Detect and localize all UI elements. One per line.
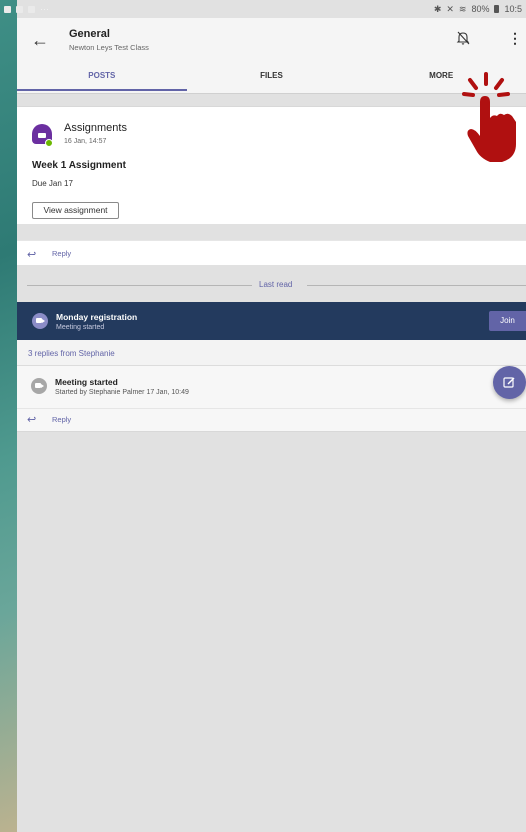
assignment-due-date: Due Jan 17 [32, 179, 73, 188]
last-read-label: Last read [259, 280, 293, 289]
notifications-off-icon[interactable] [455, 30, 471, 46]
meeting-post: Meeting started Started by Stephanie Pal… [17, 366, 526, 432]
mute-icon: ✕ [446, 3, 454, 14]
last-read-divider: Last read [17, 278, 526, 292]
reply-label: Reply [52, 415, 72, 424]
video-camera-icon [32, 313, 48, 329]
post-sender: Assignments [64, 122, 127, 134]
meeting-title: Monday registration [56, 312, 138, 322]
clock: 10:5 [504, 4, 522, 14]
team-name: Newton Leys Test Class [69, 43, 149, 52]
reply-label: Reply [52, 249, 72, 258]
assignment-post: Assignments 16 Jan, 14:57 Week 1 Assignm… [17, 106, 526, 224]
battery-percent: 80% [471, 4, 490, 14]
notification-icon [4, 5, 11, 13]
tap-hand-icon [462, 72, 516, 162]
divider-line-left [27, 285, 252, 286]
bluetooth-icon: ✱ [433, 3, 442, 14]
compose-icon [503, 377, 515, 388]
reply-button[interactable]: ↩ Reply [17, 408, 526, 428]
tab-files[interactable]: FILES [187, 66, 357, 93]
post-timestamp: 16 Jan, 14:57 [64, 138, 107, 145]
status-bar: ··· ✱ ✕ ≋ 80% 10:5 [0, 0, 526, 18]
replies-summary-label: 3 replies from Stephanie [28, 349, 115, 358]
channel-header: ← General Newton Leys Test Class ⋮ [17, 18, 526, 66]
reply-arrow-icon: ↩ [27, 249, 37, 261]
status-badge [45, 139, 53, 147]
view-assignment-button[interactable]: View assignment [32, 202, 119, 219]
meeting-banner[interactable]: Monday registration Meeting started Join [17, 302, 526, 340]
video-camera-icon [31, 378, 47, 394]
status-bar-left: ··· [4, 4, 49, 14]
back-arrow-icon[interactable]: ← [31, 30, 49, 51]
download-icon [16, 5, 23, 13]
reply-arrow-icon: ↩ [27, 414, 37, 426]
assignment-title: Week 1 Assignment [32, 160, 126, 171]
wifi-icon: ≋ [458, 3, 467, 14]
battery-icon [494, 5, 500, 13]
reply-button[interactable]: ↩ Reply [17, 240, 526, 265]
meeting-status: Meeting started [56, 324, 105, 331]
meeting-post-subtitle: Started by Stephanie Palmer 17 Jan, 10:4… [55, 389, 189, 396]
divider-line-right [307, 285, 526, 286]
channel-title: General [69, 28, 110, 40]
more-notifications-icon: ··· [40, 4, 49, 14]
status-bar-right: ✱ ✕ ≋ 80% 10:5 [434, 4, 522, 15]
new-conversation-button[interactable] [493, 366, 526, 399]
join-button[interactable]: Join [489, 311, 526, 331]
teams-app: ← General Newton Leys Test Class ⋮ POSTS… [17, 0, 526, 832]
more-options-icon[interactable]: ⋮ [508, 30, 522, 47]
image-icon [28, 5, 35, 13]
replies-summary[interactable]: 3 replies from Stephanie [17, 340, 526, 366]
meeting-post-title: Meeting started [55, 377, 118, 387]
tab-posts[interactable]: POSTS [17, 66, 187, 93]
channel-tabs: POSTS FILES MORE [17, 66, 526, 94]
